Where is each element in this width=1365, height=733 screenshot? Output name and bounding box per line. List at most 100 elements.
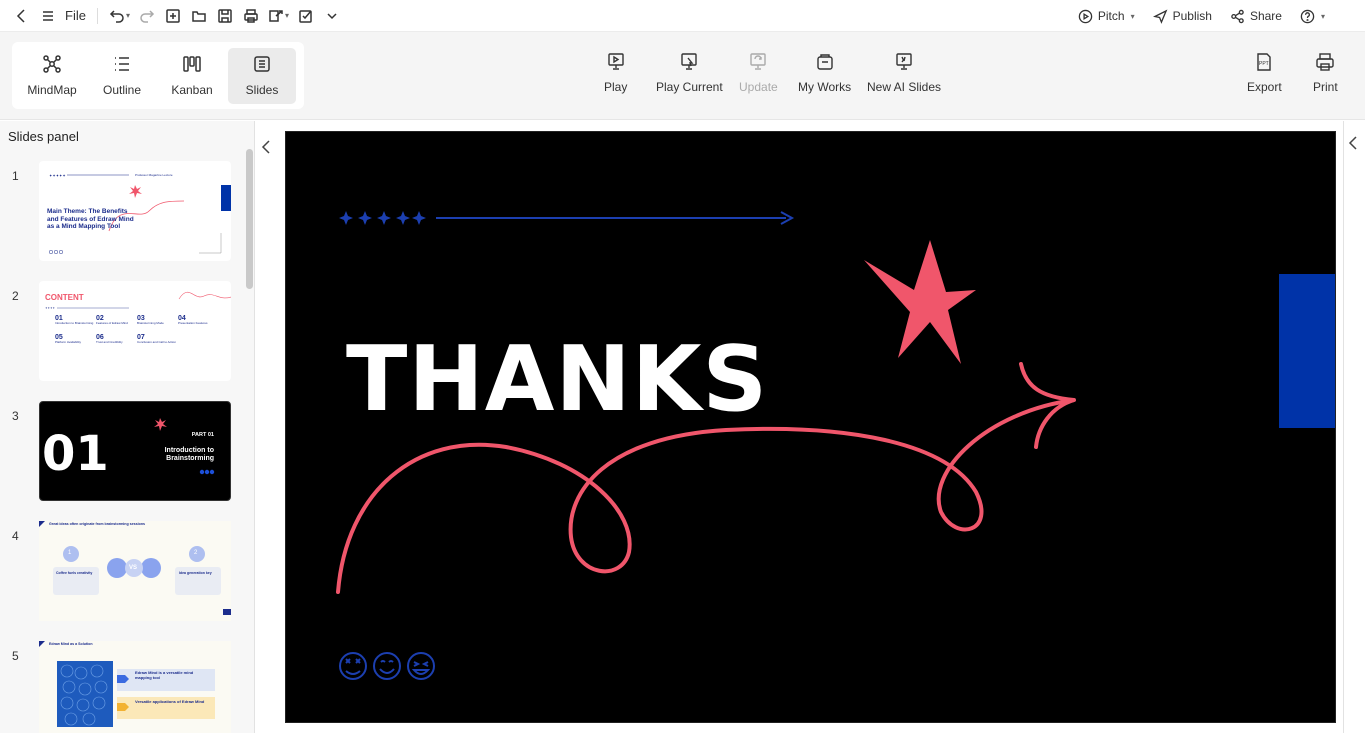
slides-panel-title: Slides panel: [8, 129, 79, 144]
slide-4-vs: VS: [129, 565, 138, 571]
slide-thumbnail-row[interactable]: 1 ✦✦✦✦✦ Professor Magazine Lecture Main …: [0, 161, 245, 261]
slide-thumbnail-row[interactable]: 5 Edraw Mind as a Solution Edraw Mind is…: [0, 641, 245, 733]
slide-number: 5: [12, 649, 19, 663]
play-current-icon: [681, 53, 698, 70]
export-button[interactable]: PPT Export: [1247, 52, 1282, 94]
right-panel-toggle[interactable]: [1343, 121, 1365, 733]
slide-thumbnail[interactable]: Great ideas often originate from brainst…: [39, 521, 231, 621]
publish-label: Publish: [1172, 9, 1212, 23]
pitch-button[interactable]: Pitch ▾: [1078, 9, 1135, 24]
slide-5-title: Edraw Mind as a Solution: [49, 642, 93, 646]
slide-number: 1: [12, 169, 19, 183]
content-item: 06 Trust and Credibility: [96, 333, 123, 344]
new-ai-slides-label: New AI Slides: [867, 80, 942, 94]
chevron-left-icon: [1348, 136, 1357, 150]
slide-thumbnail-row[interactable]: 4 Great ideas often originate from brain…: [0, 521, 245, 621]
update-label: Update: [739, 80, 778, 94]
collapse-panel-button[interactable]: [257, 133, 275, 161]
new-ai-slides-button[interactable]: New AI Slides: [867, 52, 941, 94]
slide-thumbnail[interactable]: ✦✦✦✦ CONTENT 01 Introduction to Brainstor…: [39, 281, 231, 381]
back-icon[interactable]: [10, 3, 34, 29]
help-button[interactable]: ▾: [1300, 9, 1325, 24]
slide-1-title: Main Theme: The Benefits and Features of…: [47, 208, 134, 230]
view-switcher: MindMap Outline Kanban Slides: [12, 42, 304, 109]
play-icon: [607, 53, 624, 70]
ai-slides-icon: [896, 53, 912, 70]
slide-2-title: CONTENT: [45, 293, 84, 302]
content-item: 03 Brainstorming Mode: [137, 315, 164, 325]
content-item: 05 Platform Availability: [55, 333, 81, 344]
content-item: 02 Features of Edraw Mind: [96, 315, 128, 325]
view-outline[interactable]: Outline: [88, 48, 156, 104]
update-icon: [750, 53, 767, 70]
star-row-icon: [339, 211, 426, 225]
play-button[interactable]: Play: [604, 52, 627, 94]
toolbar-divider: [96, 7, 98, 24]
slide-number: 4: [12, 529, 19, 543]
slide-5-card-1: Edraw Mind is a versatile mind mapping t…: [135, 670, 194, 680]
open-folder-icon[interactable]: [187, 3, 211, 29]
slide-thumbnail-row[interactable]: 2 ✦✦✦✦ CONTENT 01 Introduction to Brainst…: [0, 281, 245, 381]
print-label: Print: [1313, 80, 1338, 94]
slide-thumbnail[interactable]: 01 PART 01 Introduction to Brainstorming: [39, 401, 231, 501]
menu-icon[interactable]: [36, 3, 60, 29]
file-menu[interactable]: File: [62, 3, 89, 29]
save-icon[interactable]: [213, 3, 237, 29]
slide-3-part: PART 01: [191, 432, 214, 438]
content-item: 07 Conclusion and Call to Action: [137, 333, 177, 344]
panel-scrollbar[interactable]: [246, 149, 253, 289]
svg-text:PPT: PPT: [1259, 61, 1269, 67]
view-mindmap[interactable]: MindMap: [18, 48, 86, 104]
printer-icon: [1316, 53, 1335, 71]
view-slides[interactable]: Slides: [228, 47, 296, 104]
play-current-label: Play Current: [656, 80, 723, 94]
slide-thumbnail-row[interactable]: 3 01 PART 01 Introduction to Brainstormi…: [0, 401, 245, 501]
task-icon[interactable]: [294, 3, 318, 29]
view-slides-label: Slides: [245, 83, 279, 97]
ppt-export-icon: PPT: [1257, 53, 1272, 71]
my-works-button[interactable]: My Works: [798, 52, 851, 94]
view-outline-label: Outline: [102, 83, 142, 97]
slides-icon: [254, 56, 270, 72]
mindmap-icon: [43, 55, 61, 73]
current-slide[interactable]: THANKS: [285, 131, 1336, 723]
top-toolbar: File ▾ ▾ Pitch ▾ Publish Share ▾: [0, 0, 1365, 32]
slide-4-num-1: 1: [68, 550, 72, 556]
export-icon[interactable]: ▾: [265, 3, 292, 29]
slide-thumbnail[interactable]: Edraw Mind as a Solution Edraw Mind is a…: [39, 641, 231, 733]
my-works-label: My Works: [798, 80, 852, 94]
my-works-icon: [816, 54, 833, 70]
content-item: 01 Introduction to Brainstorming: [55, 315, 94, 325]
export-label: Export: [1247, 80, 1282, 94]
publish-button[interactable]: Publish: [1152, 8, 1212, 24]
slide-heading[interactable]: THANKS: [346, 327, 768, 432]
view-kanban[interactable]: Kanban: [158, 48, 226, 104]
more-chevron-icon[interactable]: [320, 3, 344, 29]
print-button[interactable]: Print: [1313, 52, 1338, 94]
emoji-faces-icon: [339, 652, 435, 680]
blue-accent-bar: [1279, 274, 1335, 428]
outline-icon: [115, 57, 129, 71]
slide-4-right-label: Idea generation key: [179, 571, 212, 575]
play-current-button[interactable]: Play Current: [656, 52, 723, 94]
slide-4-title: Great ideas often originate from brainst…: [49, 522, 146, 526]
share-label: Share: [1249, 9, 1282, 23]
print-icon[interactable]: [239, 3, 263, 29]
share-button[interactable]: Share: [1230, 9, 1282, 24]
content-item: 04 Presentation Features: [178, 315, 208, 325]
pitch-label: Pitch: [1097, 9, 1125, 23]
slide-1-header: Professor Magazine Lecture: [135, 173, 173, 177]
ribbon: MindMap Outline Kanban Slides Play Play …: [0, 32, 1365, 120]
view-mindmap-label: MindMap: [27, 83, 77, 97]
update-button[interactable]: Update: [739, 52, 778, 94]
kanban-icon: [183, 56, 201, 72]
slide-4-num-2: 2: [194, 550, 198, 556]
new-file-icon[interactable]: [161, 3, 185, 29]
redo-icon[interactable]: [135, 3, 159, 29]
slide-4-left-label: Coffee fuels creativity: [56, 571, 93, 575]
slide-thumbnail[interactable]: ✦✦✦✦✦ Professor Magazine Lecture Main Th…: [39, 161, 231, 261]
undo-icon[interactable]: ▾: [106, 3, 133, 29]
slide-5-art: [39, 641, 215, 727]
view-kanban-label: Kanban: [171, 83, 213, 97]
share-icon: [1231, 9, 1244, 23]
